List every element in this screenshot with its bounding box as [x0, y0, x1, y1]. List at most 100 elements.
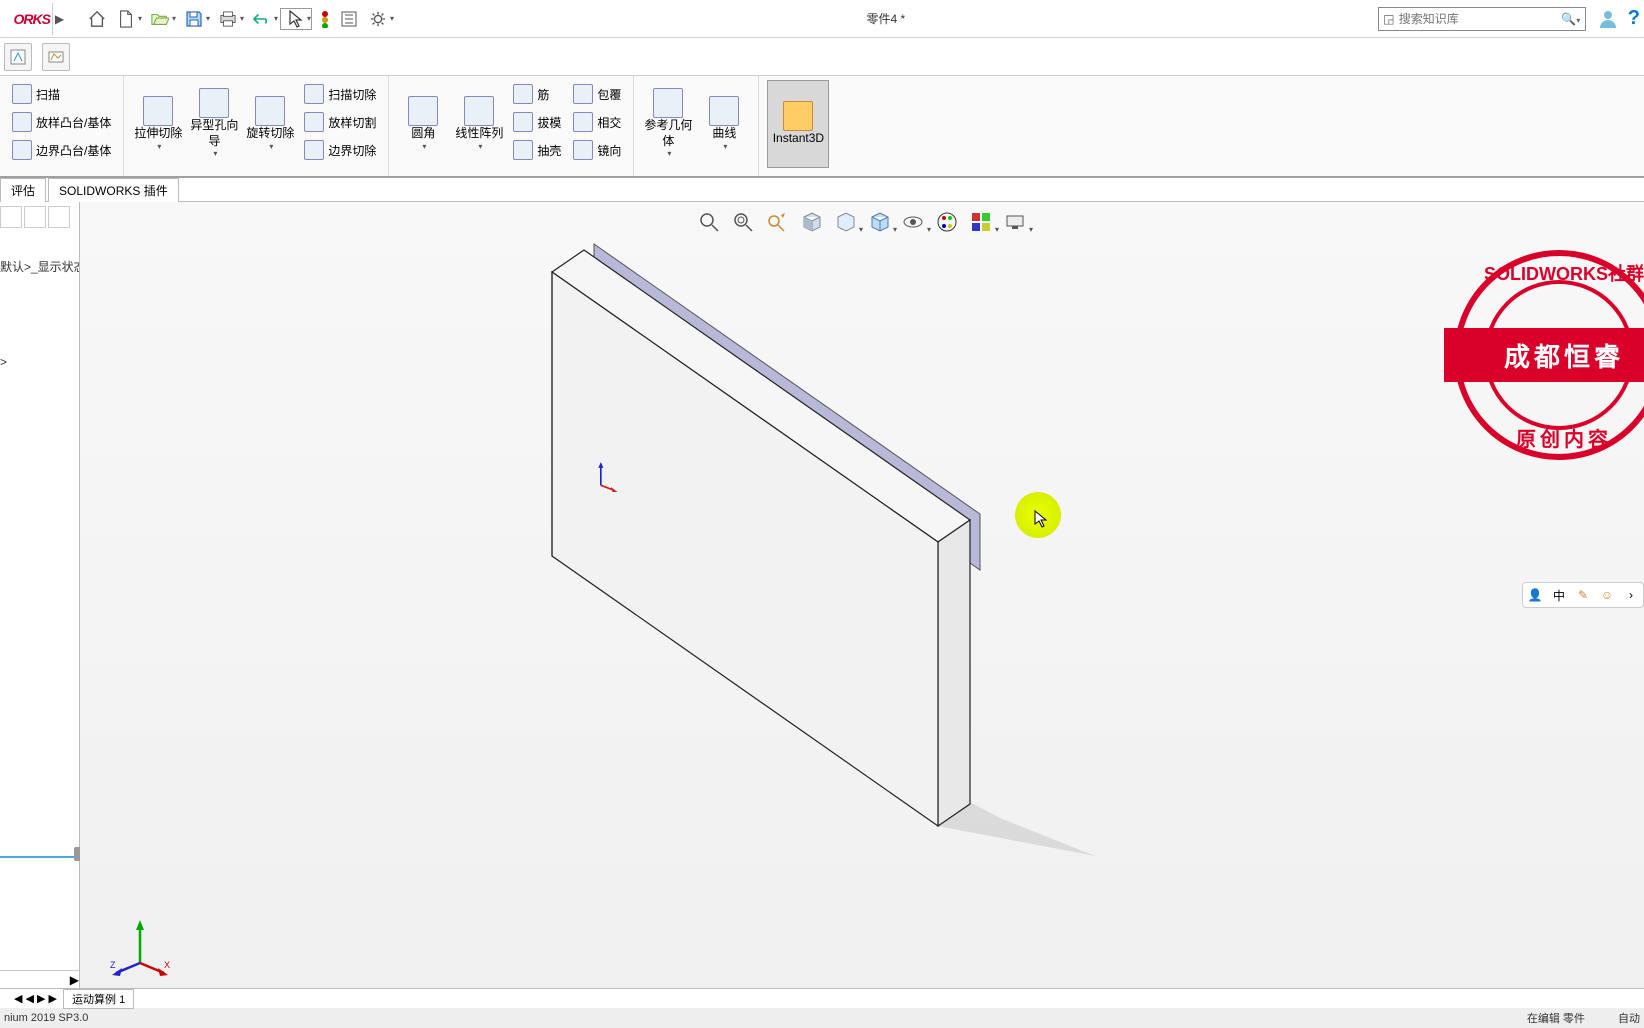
print-icon[interactable]: ▾: [212, 8, 244, 30]
stamp-bottom-text: 原创内容: [1454, 423, 1644, 452]
logo-flyout-arrow[interactable]: ▶: [52, 3, 66, 35]
swept-cut-label: 扫描切除: [328, 86, 376, 103]
reference-geometry-label: 参考几何体: [644, 118, 692, 149]
hole-wizard-button[interactable]: 异型孔向导▾: [188, 80, 240, 168]
status-bar: nium 2019 SP3.0 在编辑 零件 自动: [0, 1008, 1644, 1028]
settings-gear-icon[interactable]: ▾: [362, 8, 394, 30]
feature-tree-panel: 默认>_显示状态 > ▶: [0, 202, 80, 988]
mirror-button[interactable]: 镜向: [569, 136, 625, 164]
edit-appearance-icon[interactable]: [933, 208, 961, 236]
user-account-icon[interactable]: [1598, 8, 1620, 30]
main-area: 默认>_显示状态 > ▶ ▾ ▾ ▾ ▾ ▾: [0, 202, 1644, 988]
lofted-cut-button[interactable]: 放样切割: [300, 108, 380, 136]
macro-btn-1[interactable]: [4, 43, 32, 71]
instant3d-button[interactable]: Instant3D: [767, 80, 829, 168]
graphics-viewport[interactable]: ▾ ▾ ▾ ▾ ▾: [80, 202, 1644, 988]
svg-text:X: X: [164, 960, 170, 970]
panel-tab-2[interactable]: [24, 206, 46, 228]
boundary-boss-button[interactable]: 边界凸台/基体: [8, 136, 115, 164]
apply-scene-icon[interactable]: ▾: [967, 208, 995, 236]
options-list-icon[interactable]: [338, 8, 360, 30]
view-orientation-icon[interactable]: ▾: [831, 208, 859, 236]
swept-boss-button[interactable]: 扫描: [8, 80, 115, 108]
boundary-cut-button[interactable]: 边界切除: [300, 136, 380, 164]
float-more-icon[interactable]: ›: [1621, 585, 1641, 605]
float-emoji-icon[interactable]: ☺: [1597, 585, 1617, 605]
panel-scroll-right[interactable]: ▶: [0, 970, 79, 988]
intersect-button[interactable]: 相交: [569, 108, 625, 136]
view-settings-icon[interactable]: ▾: [1001, 208, 1029, 236]
section-view-icon[interactable]: [797, 208, 825, 236]
fillet-button[interactable]: 圆角▾: [397, 80, 449, 168]
side-float-toolbar: 👤 中 ✎ ☺ ›: [1522, 582, 1644, 608]
macro-toolbar: [0, 38, 1644, 76]
status-auto: 自动: [1618, 1013, 1640, 1025]
wrap-button[interactable]: 包覆: [569, 80, 625, 108]
shell-button[interactable]: 抽壳: [509, 136, 565, 164]
panel-tab-1[interactable]: [0, 206, 22, 228]
model-solid[interactable]: [550, 242, 1170, 882]
linear-pattern-button[interactable]: 线性阵列▾: [453, 80, 505, 168]
status-editing: 在编辑 零件: [1527, 1013, 1585, 1025]
heads-up-view-toolbar: ▾ ▾ ▾ ▾ ▾: [695, 208, 1029, 236]
lofted-boss-label: 放样凸台/基体: [36, 114, 111, 131]
command-manager-tabs: 评估 SOLIDWORKS 插件: [0, 178, 1644, 202]
tab-evaluate[interactable]: 评估: [0, 178, 46, 202]
fillet-label: 圆角: [411, 126, 435, 142]
new-file-icon[interactable]: ▾: [110, 8, 142, 30]
search-input[interactable]: [1399, 12, 1557, 26]
search-scope-icon: ◲: [1379, 12, 1399, 26]
panel-tabs: [0, 206, 79, 230]
draft-button[interactable]: 拔模: [509, 108, 565, 136]
select-tool-icon[interactable]: ▾: [280, 8, 312, 30]
save-icon[interactable]: ▾: [178, 8, 210, 30]
panel-divider: [0, 856, 76, 858]
curves-button[interactable]: 曲线▾: [698, 80, 750, 168]
lofted-cut-label: 放样切割: [328, 114, 376, 131]
extruded-cut-button[interactable]: 拉伸切除▾: [132, 80, 184, 168]
hole-wizard-label: 异型孔向导: [190, 118, 238, 149]
zoom-fit-icon[interactable]: [695, 208, 723, 236]
panel-tab-3[interactable]: [48, 206, 70, 228]
swept-cut-button[interactable]: 扫描切除: [300, 80, 380, 108]
hide-show-icon[interactable]: ▾: [899, 208, 927, 236]
revolved-cut-button[interactable]: 旋转切除▾: [244, 80, 296, 168]
stamp-top-text: SOLIDWORKS社群: [1454, 260, 1644, 286]
svg-text:Y: Y: [137, 918, 143, 920]
view-triad-icon: Y X Z: [110, 918, 170, 978]
stamp-band-text: 成都恒睿: [1444, 328, 1644, 382]
previous-view-icon[interactable]: [763, 208, 791, 236]
rib-label: 筋: [537, 86, 549, 103]
rebuild-icon[interactable]: [314, 8, 336, 30]
float-ime-icon[interactable]: 中: [1549, 585, 1569, 605]
float-edit-icon[interactable]: ✎: [1573, 585, 1593, 605]
zoom-area-icon[interactable]: [729, 208, 757, 236]
macro-btn-2[interactable]: [42, 43, 70, 71]
tab-nav-arrows[interactable]: ◀ ◀ ▶ ▶: [10, 992, 61, 1005]
revolved-cut-label: 旋转切除: [246, 126, 294, 142]
tab-addins[interactable]: SOLIDWORKS 插件: [48, 178, 179, 202]
rib-button[interactable]: 筋: [509, 80, 565, 108]
boundary-boss-label: 边界凸台/基体: [36, 142, 111, 159]
search-box[interactable]: ◲ 🔍▾: [1378, 7, 1586, 31]
undo-icon[interactable]: ▾: [246, 8, 278, 30]
home-icon[interactable]: [86, 8, 108, 30]
open-file-icon[interactable]: ▾: [144, 8, 176, 30]
float-user-icon[interactable]: 👤: [1525, 585, 1545, 605]
display-style-icon[interactable]: ▾: [865, 208, 893, 236]
titlebar: ORKS ▶ ▾ ▾ ▾ ▾ ▾ ▾ ▾ 零件4 * ◲ 🔍▾ ?: [0, 0, 1644, 38]
extruded-cut-label: 拉伸切除: [134, 126, 182, 142]
svg-text:Z: Z: [110, 960, 116, 970]
motion-study-tabs: ◀ ◀ ▶ ▶ 运动算例 1: [0, 988, 1644, 1008]
quick-access-toolbar: ▾ ▾ ▾ ▾ ▾ ▾ ▾: [86, 8, 394, 30]
tree-caret: >: [0, 355, 79, 369]
document-title: 零件4 *: [394, 10, 1378, 27]
lofted-boss-button[interactable]: 放样凸台/基体: [8, 108, 115, 136]
reference-geometry-button[interactable]: 参考几何体▾: [642, 80, 694, 168]
search-magnifier-icon[interactable]: 🔍▾: [1557, 12, 1585, 26]
mirror-label: 镜向: [597, 142, 621, 159]
help-icon[interactable]: ?: [1628, 7, 1640, 30]
mouse-cursor-icon: [1034, 510, 1048, 533]
linear-pattern-label: 线性阵列: [455, 126, 503, 142]
motion-study-tab[interactable]: 运动算例 1: [63, 989, 134, 1009]
